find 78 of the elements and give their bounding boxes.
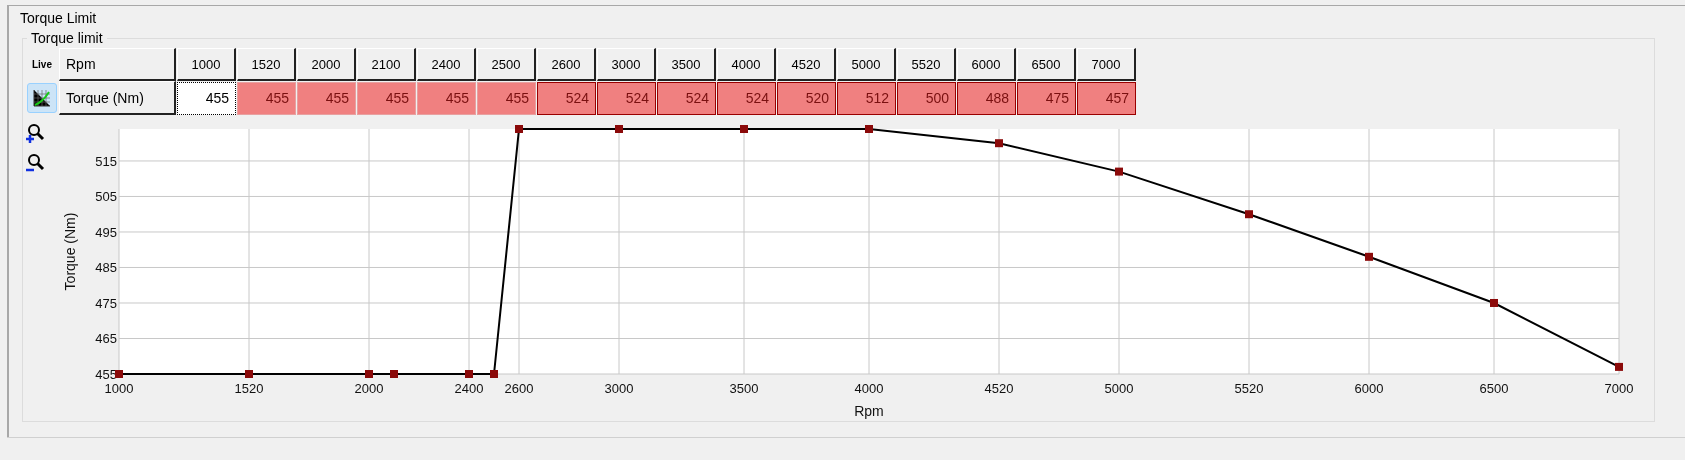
axis-tick-label: 1520 [234, 381, 264, 396]
chart-icon [32, 88, 52, 108]
axis-tick-label: 4520 [984, 381, 1014, 396]
axis-title: Torque (Nm) [62, 212, 78, 291]
column-header: 2400 [417, 48, 476, 81]
data-point [995, 139, 1003, 148]
row-header: Torque (Nm) [59, 81, 176, 115]
column-header: 2000 [297, 48, 356, 81]
column-header: 2100 [357, 48, 416, 81]
table-cell[interactable]: 512 [837, 82, 896, 115]
column-header: 4000 [717, 48, 776, 81]
column-header: 6000 [957, 48, 1016, 81]
column-header: 5520 [897, 48, 956, 81]
axis-tick-label: 6000 [1354, 381, 1384, 396]
axis-tick-label: 2000 [354, 381, 384, 396]
zoom-in-icon[interactable] [25, 123, 45, 145]
row-header: Rpm [59, 48, 176, 81]
column-header: 2600 [537, 48, 596, 81]
data-point [865, 125, 873, 133]
axis-tick-label: 515 [95, 153, 117, 169]
table-cell[interactable]: 455 [477, 82, 536, 115]
table-cell[interactable]: 524 [657, 82, 716, 115]
column-header: 5000 [837, 48, 896, 81]
axis-tick-label: 7000 [1604, 381, 1634, 396]
axis-tick-label: 6500 [1479, 381, 1509, 396]
data-point [365, 370, 373, 378]
axis-title: Rpm [854, 403, 884, 419]
column-header: 2500 [477, 48, 536, 81]
axis-tick-label: 485 [95, 260, 117, 276]
table-cell[interactable]: 520 [777, 82, 836, 115]
axis-tick-label: 505 [95, 189, 117, 205]
column-header: 1000 [177, 48, 236, 81]
table-cell[interactable]: 524 [537, 82, 596, 115]
data-point [1490, 299, 1498, 307]
table-cell[interactable]: 455 [297, 82, 356, 115]
data-point [615, 125, 623, 133]
axis-tick-label: 5000 [1104, 381, 1134, 396]
data-point [740, 125, 748, 133]
table-cell[interactable]: 524 [717, 82, 776, 115]
chart-toggle-button[interactable] [27, 83, 57, 113]
data-point [490, 370, 498, 378]
column-header: 3000 [597, 48, 656, 81]
axis-tick-label: 4000 [854, 381, 884, 396]
column-header: 7000 [1077, 48, 1136, 81]
axis-tick-label: 5520 [1234, 381, 1264, 396]
table-cell[interactable]: 524 [597, 82, 656, 115]
axis-tick-label: 2400 [454, 381, 484, 396]
table-cell[interactable]: 455 [357, 82, 416, 115]
column-header: 6500 [1017, 48, 1076, 81]
window-title: Torque Limit [20, 10, 98, 26]
axis-tick-label: 495 [95, 224, 117, 240]
table-cell[interactable]: 457 [1077, 82, 1136, 115]
data-point [515, 125, 523, 133]
table-cell[interactable]: 475 [1017, 82, 1076, 115]
data-point [115, 370, 123, 378]
table-cell[interactable]: 488 [957, 82, 1016, 115]
table-cell[interactable]: 455 [177, 82, 236, 115]
data-point [390, 370, 398, 378]
table-cell[interactable]: 500 [897, 82, 956, 115]
data-point [245, 370, 253, 378]
data-point [1245, 210, 1253, 219]
column-header: 3500 [657, 48, 716, 81]
axis-tick-label: 465 [95, 331, 117, 347]
data-point [1115, 167, 1123, 176]
axis-tick-label: 3000 [604, 381, 634, 396]
axis-tick-label: 2600 [504, 381, 534, 396]
data-point [1615, 362, 1623, 371]
column-header: 1520 [237, 48, 296, 81]
live-label: Live [32, 58, 52, 71]
axis-tick-label: 3500 [729, 381, 759, 396]
column-header: 4520 [777, 48, 836, 81]
axis-tick-label: 475 [95, 296, 117, 311]
group-title: Torque limit [30, 30, 104, 46]
axis-tick-label: 1000 [104, 381, 134, 396]
table-cell[interactable]: 455 [417, 82, 476, 115]
data-point [1365, 252, 1373, 261]
table-cell[interactable]: 455 [237, 82, 296, 115]
data-point [465, 370, 473, 378]
